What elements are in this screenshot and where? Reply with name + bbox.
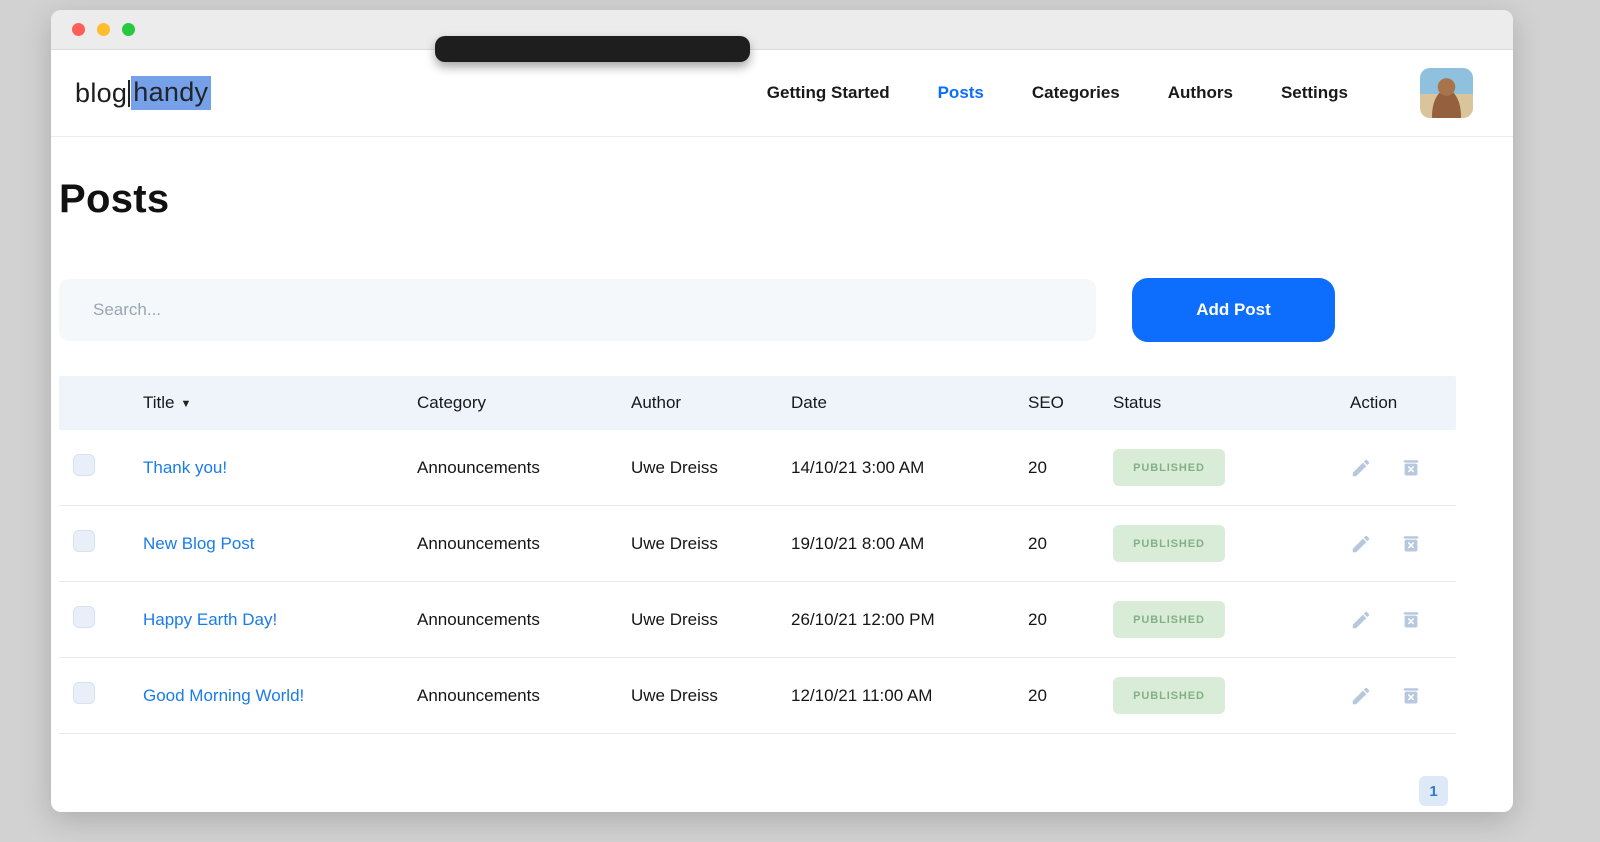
nav-posts[interactable]: Posts (938, 83, 984, 103)
post-seo-score: 20 (1028, 458, 1113, 478)
header-action: Action (1350, 393, 1456, 413)
post-title-link[interactable]: New Blog Post (143, 534, 255, 553)
post-category: Announcements (417, 686, 631, 706)
page-title: Posts (59, 177, 1513, 222)
post-author: Uwe Dreiss (631, 534, 791, 554)
page-content: Posts Add Post Title▼ Category Author Da… (51, 177, 1513, 806)
edit-icon[interactable] (1350, 685, 1372, 707)
post-title-link[interactable]: Good Morning World! (143, 686, 304, 705)
post-category: Announcements (417, 610, 631, 630)
page-number-button[interactable]: 1 (1419, 776, 1448, 806)
post-seo-score: 20 (1028, 534, 1113, 554)
table-row: Good Morning World! Announcements Uwe Dr… (59, 658, 1456, 734)
post-author: Uwe Dreiss (631, 686, 791, 706)
status-badge: PUBLISHED (1113, 677, 1225, 714)
posts-table: Title▼ Category Author Date SEO Status A… (59, 376, 1456, 734)
text-cursor (128, 80, 130, 107)
logo-text-second: handy (131, 76, 211, 110)
post-seo-score: 20 (1028, 610, 1113, 630)
status-badge: PUBLISHED (1113, 449, 1225, 486)
header-status: Status (1113, 393, 1350, 413)
post-title-link[interactable]: Thank you! (143, 458, 227, 477)
post-category: Announcements (417, 534, 631, 554)
post-title-link[interactable]: Happy Earth Day! (143, 610, 277, 629)
sort-caret-icon: ▼ (181, 398, 192, 410)
browser-window: blog handy Getting Started Posts Categor… (51, 10, 1513, 812)
search-input[interactable] (59, 279, 1096, 341)
delete-icon[interactable] (1400, 533, 1422, 555)
post-date: 12/10/21 11:00 AM (791, 686, 1028, 706)
dark-overlay-tab (435, 36, 750, 62)
nav-getting-started[interactable]: Getting Started (767, 83, 890, 103)
post-author: Uwe Dreiss (631, 458, 791, 478)
nav-authors[interactable]: Authors (1168, 83, 1233, 103)
logo-text-first: blog (75, 78, 127, 109)
bloghandy-logo: blog handy (75, 76, 211, 110)
status-badge: PUBLISHED (1113, 601, 1225, 638)
add-post-button[interactable]: Add Post (1132, 278, 1335, 342)
delete-icon[interactable] (1400, 609, 1422, 631)
post-category: Announcements (417, 458, 631, 478)
post-date: 26/10/21 12:00 PM (791, 610, 1028, 630)
header-author: Author (631, 393, 791, 413)
row-checkbox[interactable] (73, 682, 95, 704)
edit-icon[interactable] (1350, 457, 1372, 479)
table-row: New Blog Post Announcements Uwe Dreiss 1… (59, 506, 1456, 582)
header-seo: SEO (1028, 393, 1113, 413)
zoom-window-button[interactable] (122, 23, 135, 36)
window-titlebar (51, 10, 1513, 50)
header-date[interactable]: Date (791, 393, 1028, 413)
post-seo-score: 20 (1028, 686, 1113, 706)
search-row: Add Post (59, 278, 1513, 342)
table-header-row: Title▼ Category Author Date SEO Status A… (59, 376, 1456, 430)
row-checkbox[interactable] (73, 606, 95, 628)
pagination: 1 (59, 734, 1456, 806)
close-window-button[interactable] (72, 23, 85, 36)
post-author: Uwe Dreiss (631, 610, 791, 630)
minimize-window-button[interactable] (97, 23, 110, 36)
edit-icon[interactable] (1350, 533, 1372, 555)
post-date: 14/10/21 3:00 AM (791, 458, 1028, 478)
user-avatar[interactable] (1420, 68, 1473, 118)
delete-icon[interactable] (1400, 685, 1422, 707)
app-header: blog handy Getting Started Posts Categor… (51, 50, 1513, 137)
delete-icon[interactable] (1400, 457, 1422, 479)
table-row: Happy Earth Day! Announcements Uwe Dreis… (59, 582, 1456, 658)
row-checkbox[interactable] (73, 454, 95, 476)
main-nav: Getting Started Posts Categories Authors… (767, 83, 1348, 103)
row-checkbox[interactable] (73, 530, 95, 552)
header-category: Category (417, 393, 631, 413)
header-title[interactable]: Title▼ (143, 393, 417, 413)
nav-settings[interactable]: Settings (1281, 83, 1348, 103)
status-badge: PUBLISHED (1113, 525, 1225, 562)
edit-icon[interactable] (1350, 609, 1372, 631)
post-date: 19/10/21 8:00 AM (791, 534, 1028, 554)
table-row: Thank you! Announcements Uwe Dreiss 14/1… (59, 430, 1456, 506)
nav-categories[interactable]: Categories (1032, 83, 1120, 103)
